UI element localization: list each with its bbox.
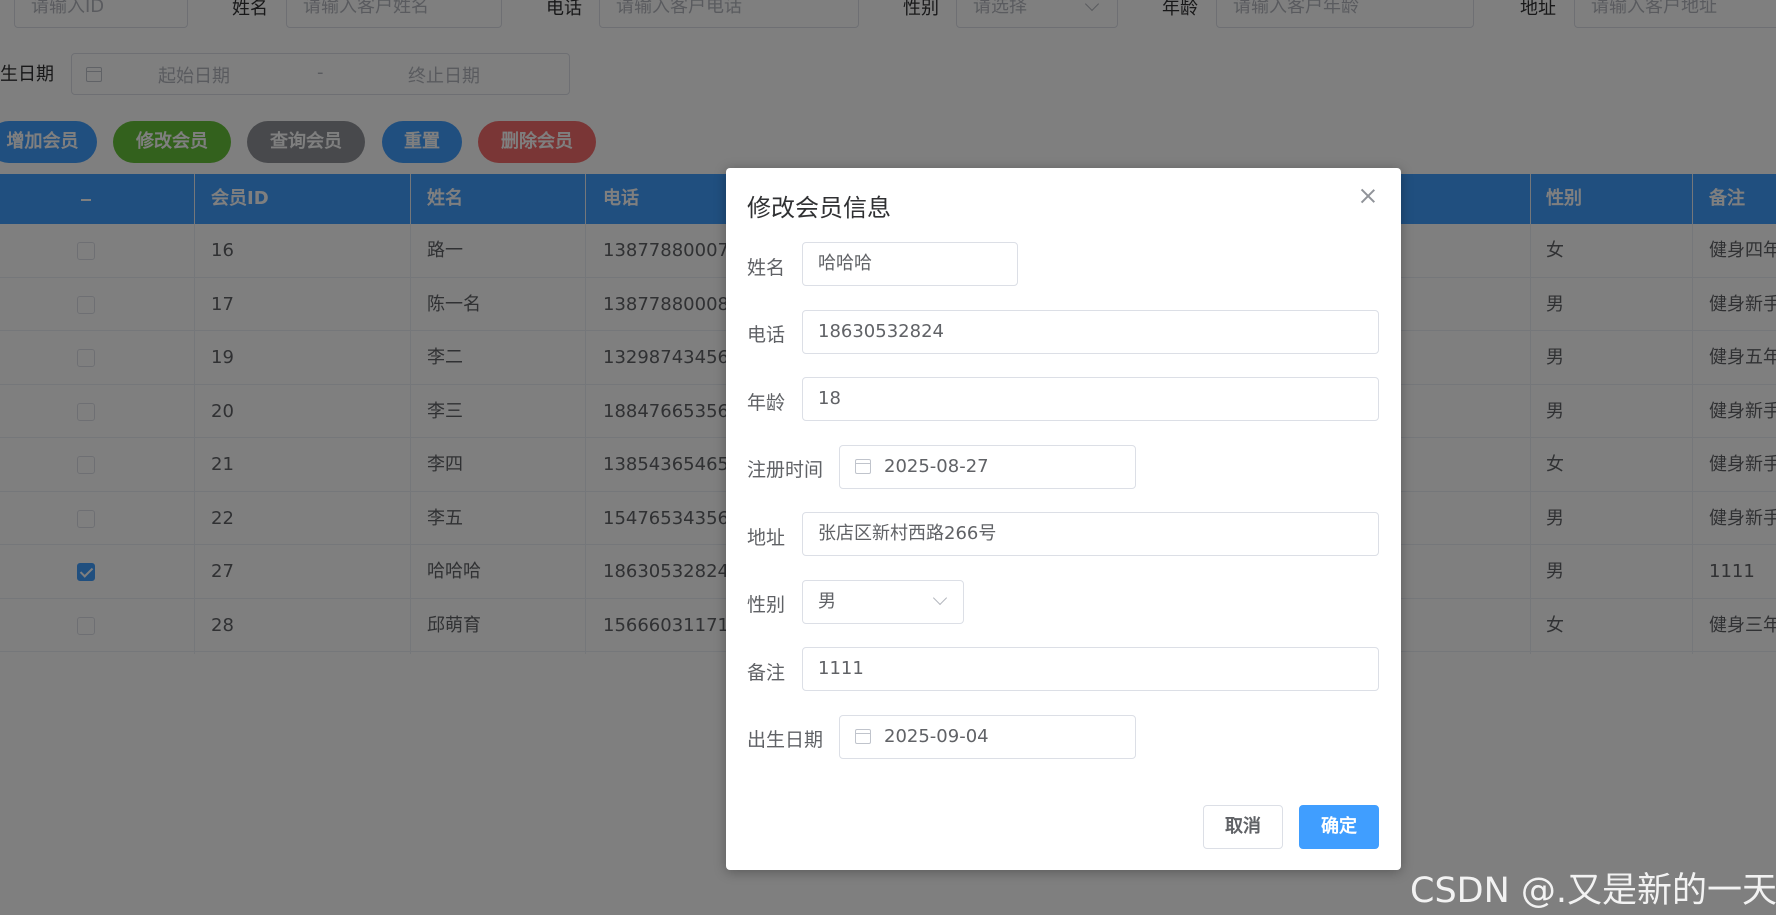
watermark: CSDN @.又是新的一天. xyxy=(1410,871,1776,911)
calendar-icon xyxy=(855,459,871,474)
address-label: 地址 xyxy=(747,527,786,549)
cancel-button[interactable]: 取消 xyxy=(1203,805,1283,849)
gender-label: 性别 xyxy=(747,594,786,616)
dialog-title: 修改会员信息 xyxy=(747,194,891,222)
name-input[interactable]: 哈哈哈 xyxy=(802,242,1018,286)
register-date-picker[interactable]: 2025-08-27 xyxy=(839,445,1136,489)
register-date-value: 2025-08-27 xyxy=(884,456,989,477)
calendar-icon xyxy=(855,729,871,744)
gender-select[interactable]: 男 xyxy=(802,580,964,624)
edit-member-dialog: 修改会员信息 姓名 哈哈哈 电话 18630532824 年龄 18 注册时间 … xyxy=(726,168,1401,870)
gender-selected-value: 男 xyxy=(818,591,836,612)
close-icon[interactable] xyxy=(1358,186,1378,206)
birth-date-value: 2025-09-04 xyxy=(884,726,989,747)
name-label: 姓名 xyxy=(747,257,786,279)
phone-input[interactable]: 18630532824 xyxy=(802,310,1379,354)
birth-date-picker[interactable]: 2025-09-04 xyxy=(839,715,1136,759)
confirm-button[interactable]: 确定 xyxy=(1299,805,1379,849)
note-input[interactable]: 1111 xyxy=(802,647,1379,691)
phone-label: 电话 xyxy=(747,324,786,346)
note-label: 备注 xyxy=(747,662,786,684)
birth-date-label: 出生日期 xyxy=(747,729,824,751)
chevron-down-icon xyxy=(932,590,948,606)
age-input[interactable]: 18 xyxy=(802,377,1379,421)
page: 请输入ID 姓名 请输入客户姓名 电话 请输入客户电话 性别 请选择 年龄 请输… xyxy=(0,0,1776,915)
address-input[interactable]: 张店区新村西路266号 xyxy=(802,512,1379,556)
age-label: 年龄 xyxy=(747,392,786,414)
register-time-label: 注册时间 xyxy=(747,459,824,481)
